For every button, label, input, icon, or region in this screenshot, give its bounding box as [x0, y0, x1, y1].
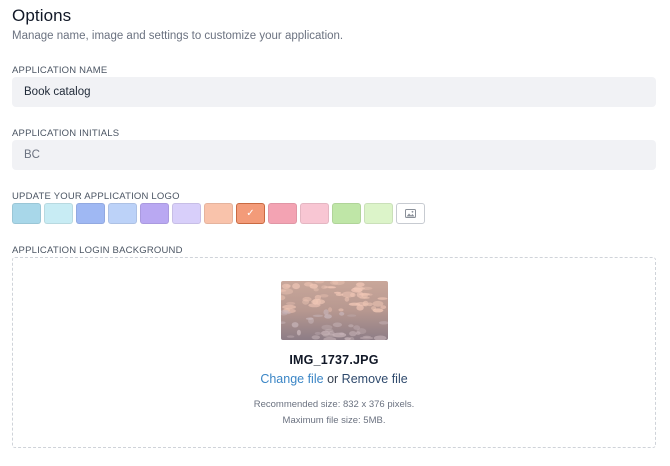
logo-swatch-7[interactable]	[204, 203, 233, 224]
logo-swatch-12[interactable]	[364, 203, 393, 224]
login-background-label: APPLICATION LOGIN BACKGROUND	[12, 245, 183, 256]
or-text: or	[327, 372, 339, 386]
max-file-size-hint: Maximum file size: 5MB.	[282, 415, 386, 426]
logo-swatch-8[interactable]: ✓	[236, 203, 265, 224]
page-subtitle: Manage name, image and settings to custo…	[12, 30, 344, 42]
logo-swatch-9[interactable]	[268, 203, 297, 224]
logo-swatch-5[interactable]	[140, 203, 169, 224]
options-page: Options Manage name, image and settings …	[0, 0, 670, 466]
app-initials-label: APPLICATION INITIALS	[12, 128, 120, 139]
file-actions: Change file or Remove file	[13, 372, 655, 386]
logo-swatch-3[interactable]	[76, 203, 105, 224]
logo-color-swatches: ✓	[12, 203, 425, 225]
recommended-size-hint: Recommended size: 832 x 376 pixels.	[253, 399, 415, 410]
app-initials-input[interactable]	[12, 140, 656, 170]
logo-swatch-6[interactable]	[172, 203, 201, 224]
background-filename: IMG_1737.JPG	[289, 353, 379, 367]
logo-swatch-10[interactable]	[300, 203, 329, 224]
background-dropzone[interactable]: IMG_1737.JPG Change file or Remove file …	[12, 257, 656, 448]
logo-swatch-11[interactable]	[332, 203, 361, 224]
background-thumbnail	[281, 281, 388, 340]
change-file-link[interactable]: Change file	[260, 372, 323, 386]
app-name-input[interactable]	[12, 77, 656, 107]
remove-file-link[interactable]: Remove file	[342, 372, 408, 386]
logo-swatch-2[interactable]	[44, 203, 73, 224]
page-title: Options	[12, 6, 72, 25]
upload-logo-image-button[interactable]	[396, 203, 425, 224]
app-name-label: APPLICATION NAME	[12, 65, 108, 76]
logo-label: UPDATE YOUR APPLICATION LOGO	[12, 191, 180, 202]
check-icon: ✓	[246, 207, 255, 219]
image-icon	[405, 209, 416, 218]
logo-swatch-4[interactable]	[108, 203, 137, 224]
logo-swatch-1[interactable]	[12, 203, 41, 224]
background-thumbnail-image	[281, 281, 388, 340]
